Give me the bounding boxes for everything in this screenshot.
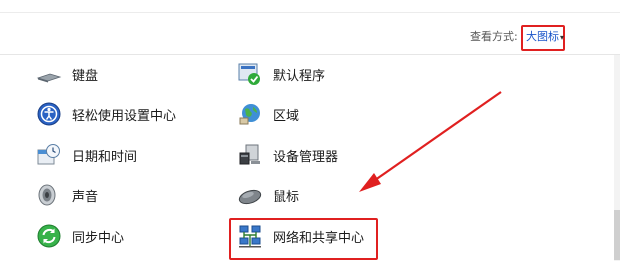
view-by-dropdown[interactable]: 大图标▾: [521, 25, 565, 51]
region-icon: [237, 101, 263, 127]
view-by-value: 大图标: [526, 30, 559, 43]
item-ease-of-access[interactable]: 轻松使用设置中心: [36, 100, 176, 128]
scrollbar[interactable]: [614, 55, 620, 261]
item-sync-center[interactable]: 同步中心: [36, 222, 124, 250]
item-label: 日期和时间: [72, 149, 138, 165]
item-label: 声音: [72, 189, 99, 205]
item-default-programs[interactable]: 默认程序: [237, 60, 325, 88]
chevron-down-icon: ▾: [560, 33, 565, 42]
item-device-manager[interactable]: 设备管理器: [237, 141, 338, 169]
item-label: 区域: [273, 108, 300, 124]
item-label: 轻松使用设置中心: [72, 108, 177, 124]
item-date-time[interactable]: 日期和时间: [36, 141, 137, 169]
date-time-icon: [36, 142, 62, 168]
control-panel-items: 键盘 默认程序 轻松使用设置中心 区域 日期和时间 设备管理器 声音 鼠标 同步…: [0, 55, 620, 261]
item-label: 设备管理器: [273, 149, 339, 165]
scrollbar-thumb[interactable]: [614, 210, 620, 260]
keyboard-icon: [36, 61, 62, 87]
view-by-label: 查看方式:: [470, 30, 518, 43]
ease-of-access-icon: [36, 101, 62, 127]
item-sound[interactable]: 声音: [36, 181, 98, 209]
item-region[interactable]: 区域: [237, 100, 299, 128]
top-divider: [0, 12, 620, 13]
item-keyboard[interactable]: 键盘: [36, 60, 98, 88]
item-label: 默认程序: [273, 68, 326, 84]
sync-center-icon: [36, 223, 62, 249]
sound-icon: [36, 182, 62, 208]
item-label: 同步中心: [72, 230, 125, 246]
toolbar: 查看方式: 大图标▾: [0, 0, 620, 55]
device-manager-icon: [237, 142, 263, 168]
item-label: 键盘: [72, 68, 99, 84]
highlight-box: [229, 218, 378, 260]
mouse-icon: [237, 182, 263, 208]
item-mouse[interactable]: 鼠标: [237, 181, 299, 209]
default-programs-icon: [237, 61, 263, 87]
item-label: 鼠标: [273, 189, 300, 205]
